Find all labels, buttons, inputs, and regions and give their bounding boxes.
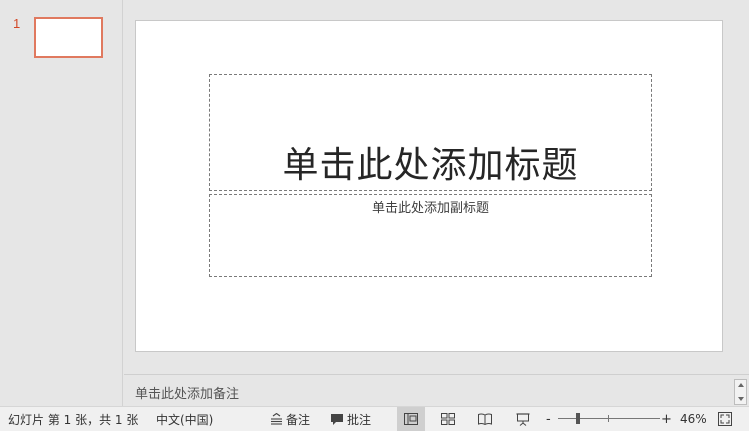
powerpoint-window: 1 单击此处添加标题 单击此处添加副标题 单击此处添加备注 幻灯片 第 1 张，… (0, 0, 749, 431)
slide-canvas[interactable]: 单击此处添加标题 单击此处添加副标题 (135, 20, 723, 352)
comments-button[interactable]: 批注 (330, 407, 371, 431)
zoom-level[interactable]: 46% (680, 407, 707, 431)
notes-button-label: 备注 (286, 412, 311, 427)
slideshow-button[interactable] (509, 407, 537, 431)
slide-count-indicator[interactable]: 幻灯片 第 1 张，共 1 张 (8, 407, 138, 431)
fit-to-window-icon (718, 412, 732, 426)
notes-pane[interactable]: 单击此处添加备注 (124, 374, 749, 406)
comment-icon (330, 413, 344, 426)
slideshow-icon (516, 412, 530, 426)
slide-sorter-button[interactable] (434, 407, 462, 431)
reading-view-icon (478, 413, 492, 425)
normal-view-button[interactable] (397, 407, 425, 431)
fit-to-window-button[interactable] (718, 407, 732, 431)
language-indicator[interactable]: 中文(中国) (156, 407, 213, 431)
notes-button[interactable]: 备注 (270, 407, 310, 431)
notes-placeholder[interactable]: 单击此处添加备注 (135, 383, 239, 402)
notes-scrollbar[interactable] (734, 379, 747, 405)
scroll-down-icon[interactable] (738, 397, 744, 401)
slide-editing-area: 单击此处添加标题 单击此处添加副标题 (124, 0, 749, 374)
slide-thumbnail[interactable] (34, 17, 103, 58)
title-placeholder-text: 单击此处添加标题 (282, 145, 579, 186)
slide-number: 1 (13, 16, 21, 31)
zoom-slider-thumb[interactable] (576, 413, 581, 424)
zoom-in-button[interactable]: + (661, 407, 672, 431)
zoom-out-button[interactable]: - (546, 407, 551, 431)
slide-sorter-icon (441, 413, 455, 425)
scroll-up-icon[interactable] (738, 383, 744, 387)
status-bar: 幻灯片 第 1 张，共 1 张 中文(中国) 备注 批注 - + 46% (0, 406, 749, 431)
zoom-slider[interactable] (558, 407, 660, 431)
notes-icon (270, 413, 283, 425)
subtitle-placeholder[interactable]: 单击此处添加副标题 (209, 194, 652, 277)
reading-view-button[interactable] (471, 407, 499, 431)
zoom-slider-track (558, 418, 660, 419)
slide-thumbnail-pane: 1 (0, 0, 123, 406)
comments-button-label: 批注 (347, 412, 372, 427)
normal-view-icon (404, 413, 418, 425)
title-placeholder[interactable]: 单击此处添加标题 (209, 74, 652, 191)
subtitle-placeholder-text: 单击此处添加副标题 (371, 201, 489, 216)
zoom-slider-midmark (608, 415, 609, 422)
